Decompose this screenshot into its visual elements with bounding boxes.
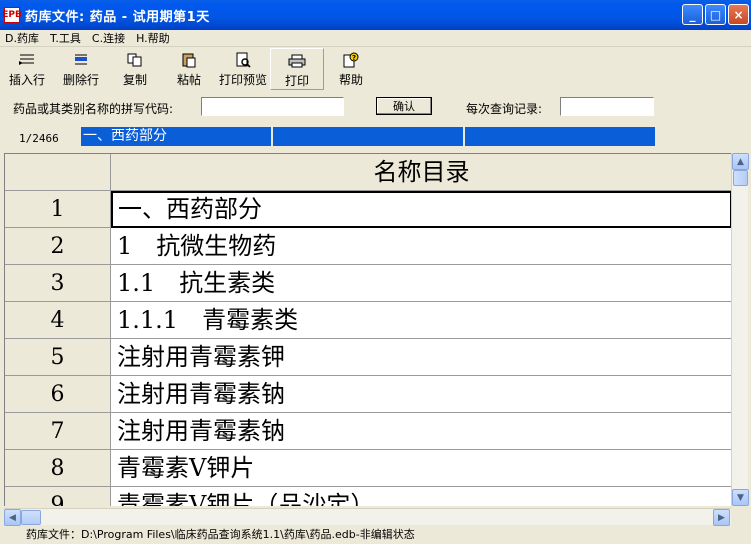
vertical-scrollbar[interactable]: ▲ ▼ [731, 153, 749, 506]
name-cell[interactable]: 注射用青霉素钠 [111, 376, 731, 413]
horizontal-scrollbar[interactable]: ◀ ▶ [4, 508, 731, 526]
table-row[interactable]: 3 1.1 抗生素类 [5, 265, 731, 302]
row-number: 1 [5, 191, 111, 228]
name-cell[interactable]: 青霉素V钾片 [111, 450, 731, 487]
table-row[interactable]: 9 青霉素V钾片（品沙定） [5, 487, 731, 506]
delete-row-icon [72, 51, 90, 69]
name-cell[interactable]: 1 抗微生物药 [111, 228, 731, 265]
row-number-header [5, 154, 111, 191]
menu-bar: D.药库 T.工具 C.连接 H.帮助 [0, 30, 751, 47]
help-button[interactable]: ? 帮助 [324, 48, 378, 90]
row-number: 4 [5, 302, 111, 339]
insert-row-button[interactable]: 插入行 [0, 48, 54, 90]
pinyin-code-input[interactable] [201, 97, 344, 116]
records-per-query-label: 每次查询记录: [466, 102, 543, 116]
print-label: 打印 [284, 74, 309, 88]
help-label: 帮助 [338, 73, 363, 87]
row-number: 2 [5, 228, 111, 265]
maximize-button[interactable]: □ [705, 4, 726, 25]
title-bar: EPB 药库文件: 药品 - 试用期第1天 _ □ × [0, 0, 751, 30]
svg-text:?: ? [352, 54, 356, 62]
window-title: 药库文件: 药品 - 试用期第1天 [25, 9, 210, 25]
row-number: 6 [5, 376, 111, 413]
name-cell[interactable]: 注射用青霉素钠 [111, 413, 731, 450]
scroll-down-button[interactable]: ▼ [732, 489, 749, 506]
table-row[interactable]: 7 注射用青霉素钠 [5, 413, 731, 450]
current-record-field-3[interactable] [465, 127, 655, 146]
query-row: 药品或其类别名称的拼写代码: 确认 每次查询记录: [0, 94, 751, 118]
delete-row-button[interactable]: 删除行 [54, 48, 108, 90]
scroll-right-button[interactable]: ▶ [713, 509, 730, 526]
copy-button[interactable]: 复制 [108, 48, 162, 90]
print-button[interactable]: 打印 [270, 48, 324, 90]
name-cell[interactable]: 一、西药部分 [111, 191, 731, 228]
name-cell[interactable]: 青霉素V钾片（品沙定） [111, 487, 731, 506]
scroll-left-button[interactable]: ◀ [4, 509, 21, 526]
window-controls: _ □ × [682, 4, 749, 25]
table-row[interactable]: 8 青霉素V钾片 [5, 450, 731, 487]
help-icon: ? [342, 51, 360, 69]
row-number: 8 [5, 450, 111, 487]
row-number: 9 [5, 487, 111, 506]
current-record-name[interactable]: 一、西药部分 [81, 127, 271, 146]
horizontal-scroll-thumb[interactable] [21, 510, 41, 525]
table-row[interactable]: 4 1.1.1 青霉素类 [5, 302, 731, 339]
print-preview-icon [234, 51, 252, 69]
drug-grid[interactable]: 名称目录 1 一、西药部分 2 1 抗微生物药 3 1.1 抗生素类 4 1.1… [4, 153, 731, 506]
vertical-scroll-thumb[interactable] [733, 170, 748, 186]
record-count: 1/2466 [19, 132, 59, 145]
menu-drug-store[interactable]: D.药库 [0, 30, 45, 46]
copy-label: 复制 [122, 73, 147, 87]
grid-header-row: 名称目录 [5, 154, 731, 191]
name-cell[interactable]: 1.1.1 青霉素类 [111, 302, 731, 339]
insert-row-icon [18, 51, 36, 69]
paste-button[interactable]: 粘帖 [162, 48, 216, 90]
minimize-button[interactable]: _ [682, 4, 703, 25]
row-number: 7 [5, 413, 111, 450]
table-row[interactable]: 1 一、西药部分 [5, 191, 731, 228]
delete-row-label: 删除行 [62, 73, 99, 87]
close-button[interactable]: × [728, 4, 749, 25]
menu-connect[interactable]: C.连接 [87, 30, 131, 46]
menu-tools[interactable]: T.工具 [45, 30, 87, 46]
print-preview-button[interactable]: 打印预览 [216, 48, 270, 90]
table-row[interactable]: 2 1 抗微生物药 [5, 228, 731, 265]
status-bar: 药库文件：D:\Program Files\临床药品查询系统1.1\药库\药品.… [26, 528, 415, 541]
row-number: 5 [5, 339, 111, 376]
toolbar: 插入行 删除行 复制 粘帖 打印预览 打印 ? 帮助 [0, 48, 751, 90]
print-preview-label: 打印预览 [218, 73, 267, 87]
paste-icon [180, 51, 198, 69]
name-cell[interactable]: 1.1 抗生素类 [111, 265, 731, 302]
paste-label: 粘帖 [176, 73, 201, 87]
confirm-button[interactable]: 确认 [376, 97, 432, 115]
record-bar: 1/2466 一、西药部分 [0, 126, 751, 146]
app-icon[interactable]: EPB [2, 7, 22, 23]
scroll-up-button[interactable]: ▲ [732, 153, 749, 170]
current-record-field-2[interactable] [273, 127, 463, 146]
insert-row-label: 插入行 [8, 73, 45, 87]
row-number: 3 [5, 265, 111, 302]
table-row[interactable]: 5 注射用青霉素钾 [5, 339, 731, 376]
name-column-header[interactable]: 名称目录 [111, 154, 731, 191]
menu-help[interactable]: H.帮助 [131, 30, 176, 46]
print-icon [288, 52, 306, 70]
copy-icon [126, 51, 144, 69]
pinyin-code-label: 药品或其类别名称的拼写代码: [13, 102, 174, 116]
table-row[interactable]: 6 注射用青霉素钠 [5, 376, 731, 413]
records-per-query-input[interactable] [560, 97, 654, 116]
name-cell[interactable]: 注射用青霉素钾 [111, 339, 731, 376]
